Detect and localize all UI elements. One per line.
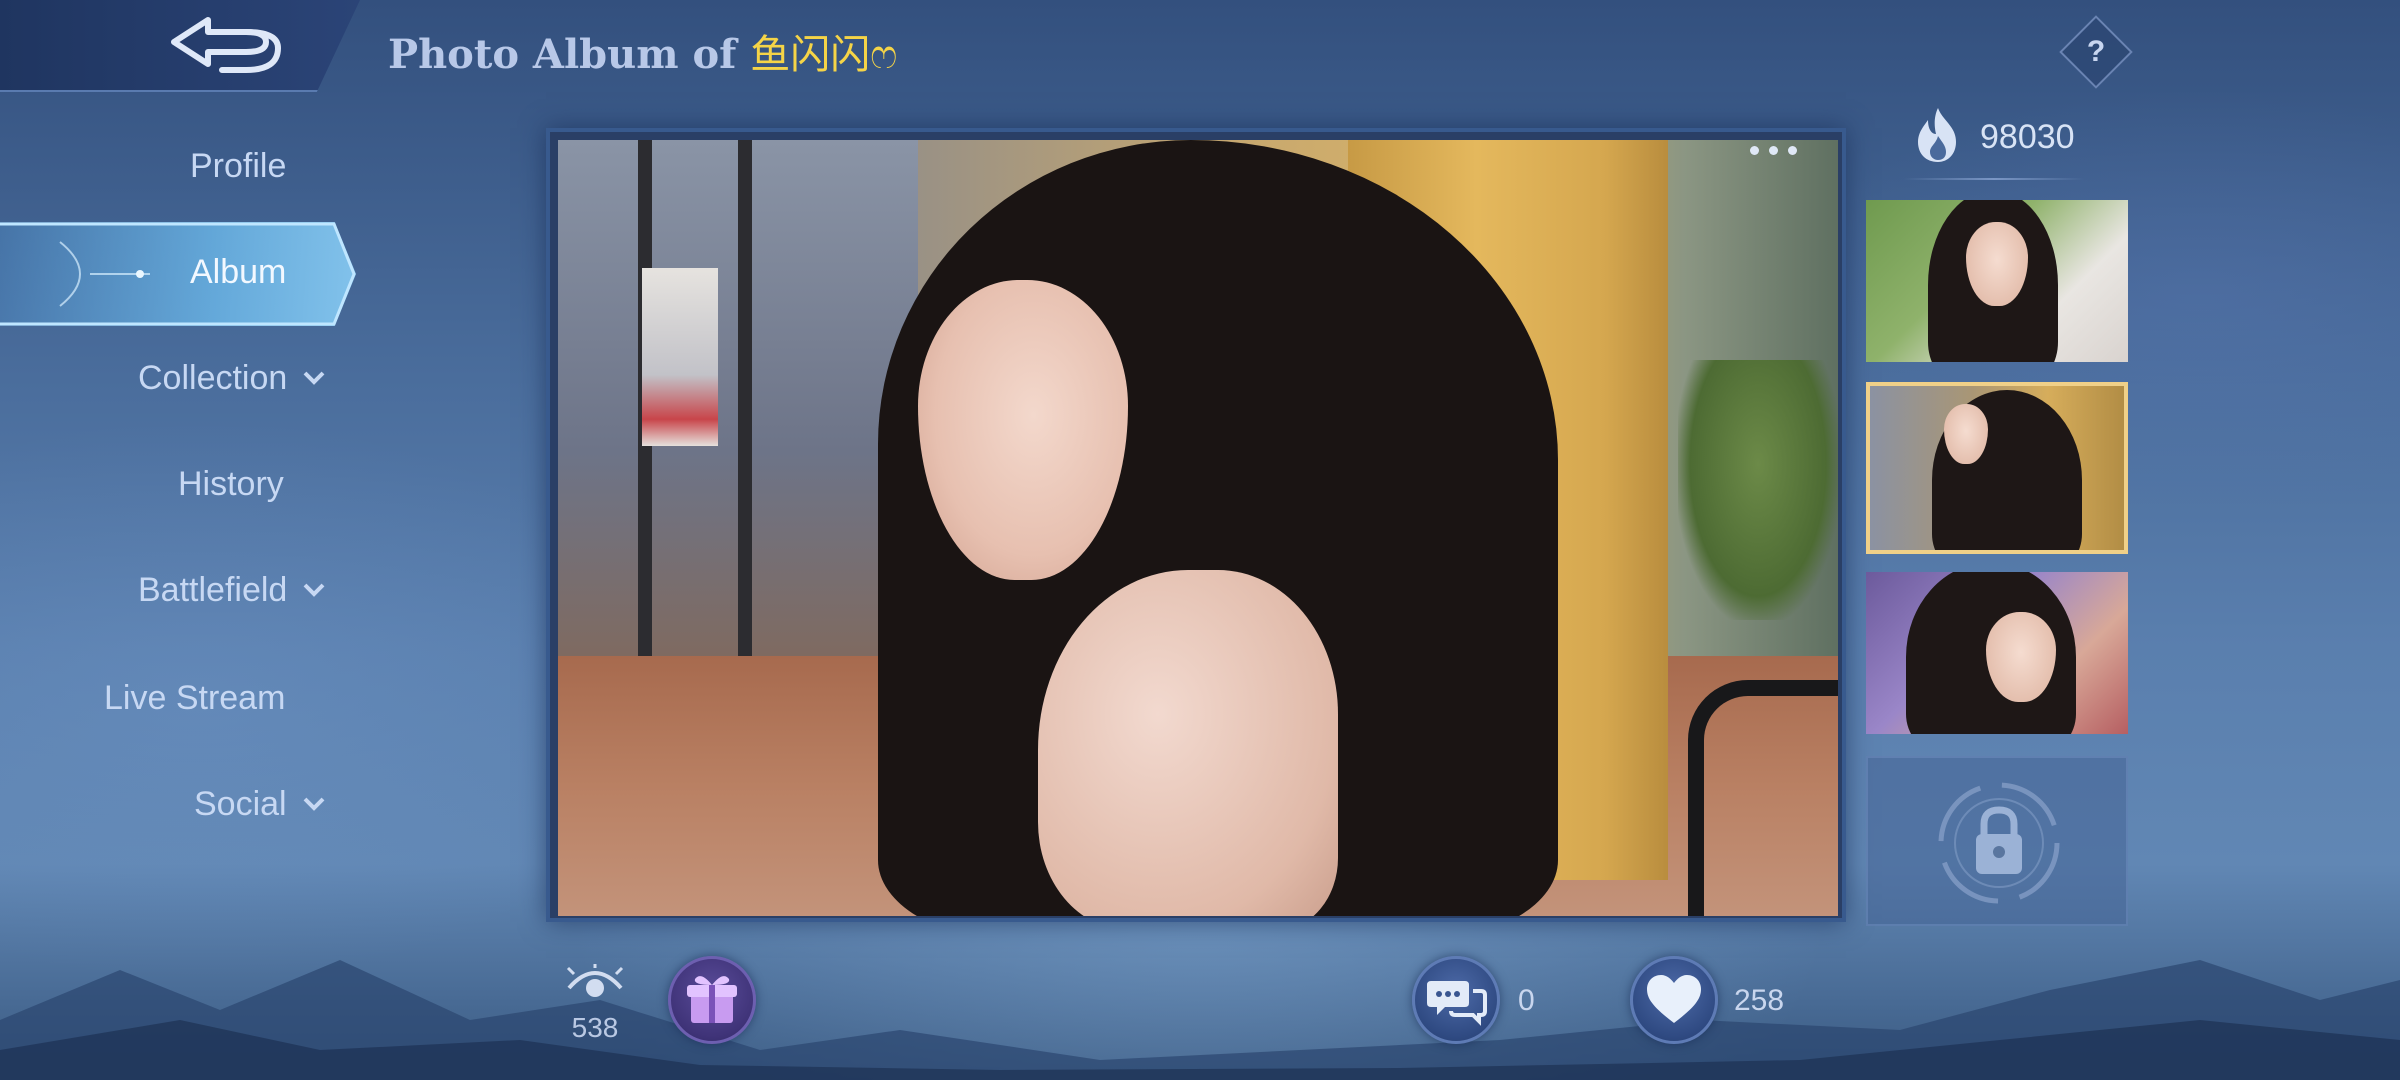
- sidebar-item-profile[interactable]: Profile: [0, 116, 360, 216]
- sidebar-item-label: Social: [194, 784, 287, 823]
- sidebar-item-label: Live Stream: [104, 678, 286, 717]
- like-button[interactable]: [1630, 956, 1718, 1044]
- sidebar-item-label: Battlefield: [138, 570, 288, 609]
- photo-bench: [1688, 680, 1838, 916]
- sidebar-item-label: Profile: [190, 146, 287, 185]
- album-thumbnail-1[interactable]: [1866, 200, 2128, 362]
- heart-icon: [1647, 975, 1701, 1023]
- sidebar-item-collection[interactable]: Collection: [0, 328, 360, 428]
- lock-icon: [1938, 782, 2060, 904]
- likes-count: 258: [1734, 984, 1785, 1017]
- photo-subject-shoulder: [1038, 570, 1338, 916]
- views-count: 538: [571, 1012, 619, 1043]
- sidebar-item-live-stream[interactable]: Live Stream: [0, 648, 360, 748]
- album-thumbnail-3[interactable]: [1866, 572, 2128, 734]
- more-dot-icon: [1788, 146, 1797, 155]
- sidebar-item-label: Collection: [138, 358, 288, 397]
- popularity-value: 98030: [1980, 118, 2075, 156]
- sidebar-item-social[interactable]: Social: [0, 754, 360, 854]
- sidebar-item-history[interactable]: History: [0, 434, 360, 534]
- photo-poster: [642, 268, 718, 446]
- chevron-down-icon: [303, 371, 325, 385]
- active-highlight: [0, 222, 356, 326]
- page-title-prefix: Photo Album of: [388, 31, 737, 78]
- page-title: Photo Album of 鱼闪闪ෆ: [388, 22, 897, 80]
- comment-bubbles-icon: [1427, 981, 1487, 1026]
- album-thumbnail-locked[interactable]: [1866, 756, 2128, 926]
- back-button[interactable]: [0, 0, 360, 92]
- back-arrow-icon: [171, 17, 282, 73]
- more-dot-icon: [1750, 146, 1759, 155]
- comments-button[interactable]: [1412, 956, 1500, 1044]
- gift-icon: [687, 976, 737, 1023]
- help-label: ?: [2086, 35, 2106, 68]
- popularity-divider: [1904, 178, 2084, 180]
- eye-icon: [566, 964, 624, 997]
- help-button[interactable]: ?: [2059, 15, 2133, 89]
- chevron-down-icon: [303, 797, 325, 811]
- sidebar-item-album[interactable]: Album: [0, 222, 360, 326]
- album-owner-name: 鱼闪闪ෆ: [750, 32, 898, 78]
- comments-count: 0: [1518, 984, 1535, 1017]
- gift-button[interactable]: [668, 956, 756, 1044]
- flame-icon: [1918, 108, 1956, 162]
- main-photo-frame: [546, 128, 1846, 922]
- album-thumbnail-2[interactable]: [1866, 382, 2128, 554]
- sidebar-item-label: Album: [190, 252, 287, 291]
- sidebar-item-battlefield[interactable]: Battlefield: [0, 540, 360, 640]
- more-dot-icon: [1769, 146, 1778, 155]
- background-mountains: [0, 960, 2400, 1080]
- main-photo[interactable]: [558, 140, 1838, 916]
- photo-door-frame: [738, 140, 752, 660]
- sidebar-item-label: History: [178, 464, 284, 503]
- photo-plant: [1678, 360, 1838, 620]
- more-options-button[interactable]: [1750, 146, 1810, 160]
- chevron-down-icon: [303, 583, 325, 597]
